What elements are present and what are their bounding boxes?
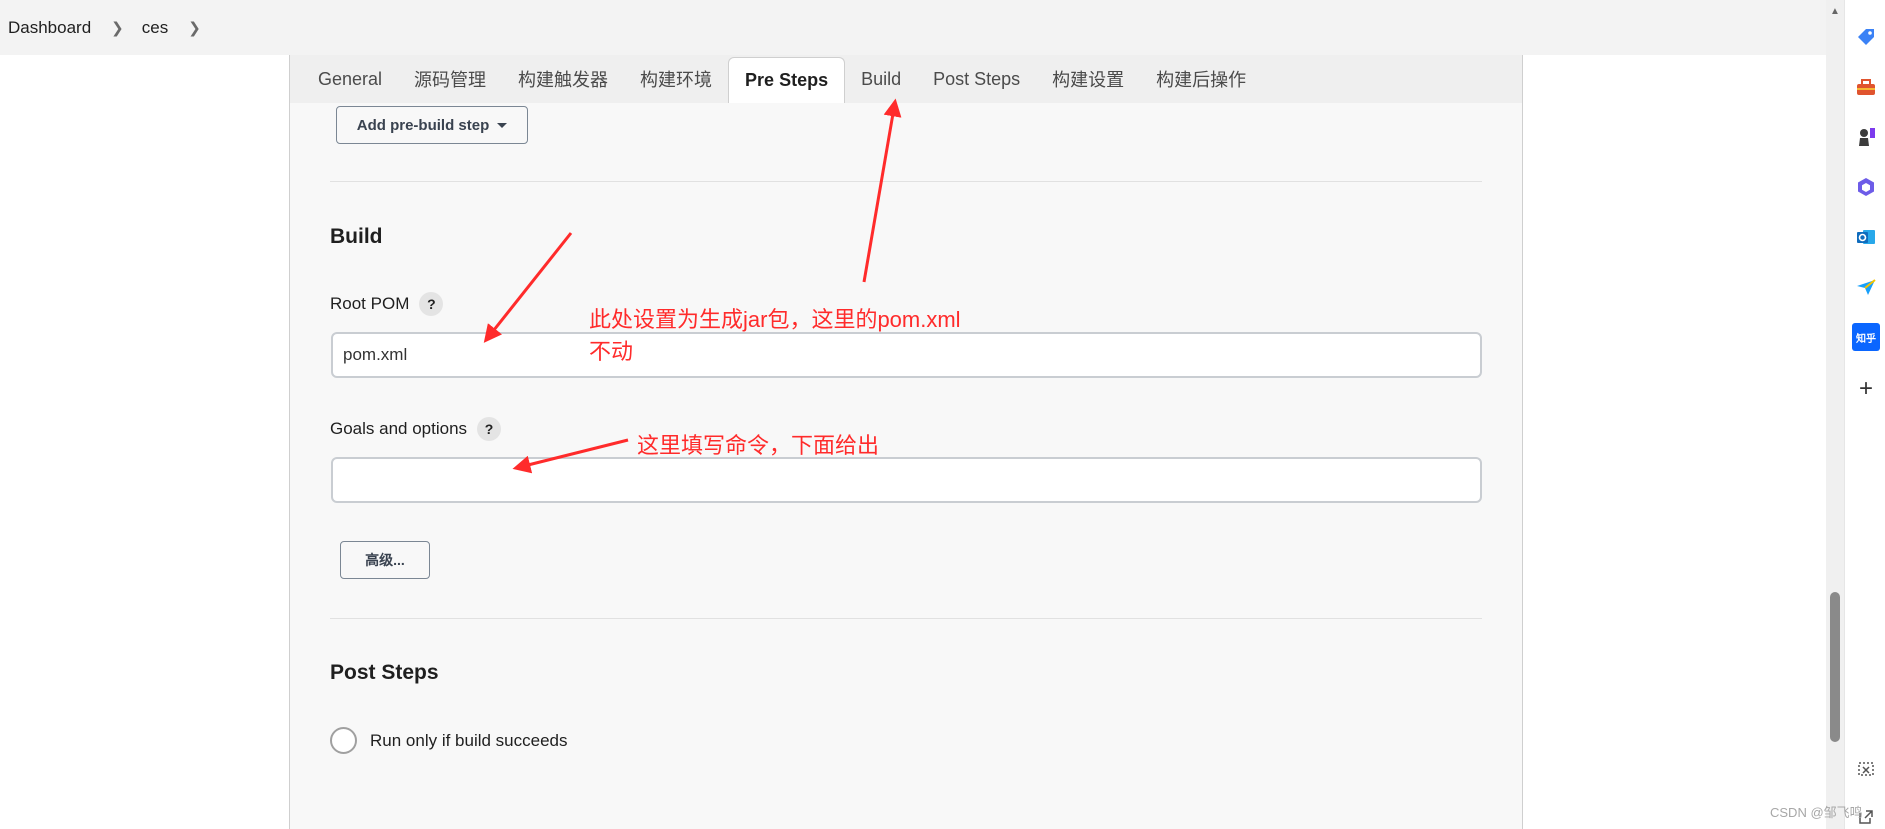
arrow-to-root-pom — [483, 232, 573, 343]
csdn-watermark: CSDN @邹飞鸣 — [1770, 805, 1863, 820]
screenshot-icon[interactable] — [1852, 755, 1880, 783]
zhihu-icon[interactable]: 知乎 — [1852, 323, 1880, 351]
annotation-goals: 这里填写命令，下面给出 — [637, 433, 880, 458]
arrow-to-goals — [512, 438, 629, 474]
annotation-root-pom-line1: 此处设置为生成jar包，这里的pom.xml — [589, 307, 961, 332]
annotation-root-pom-line2: 不动 — [589, 339, 634, 364]
scroll-up-arrow-icon[interactable]: ▲ — [1826, 6, 1844, 17]
scroll-thumb[interactable] — [1830, 592, 1840, 742]
arrow-to-build-tab — [862, 98, 902, 283]
outlook-icon[interactable] — [1852, 223, 1880, 251]
tag-icon[interactable] — [1852, 23, 1880, 51]
page-scrollbar[interactable]: ▲ — [1826, 0, 1844, 829]
annotation-root-pom: 此处设置为生成jar包，这里的pom.xml 不动 — [589, 304, 961, 368]
hexagon-icon[interactable] — [1852, 173, 1880, 201]
send-icon[interactable] — [1852, 273, 1880, 301]
browser-side-rail: 知乎 + — [1844, 0, 1885, 829]
add-icon[interactable]: + — [1852, 375, 1880, 403]
toolbox-icon[interactable] — [1852, 73, 1880, 101]
chess-icon[interactable] — [1852, 123, 1880, 151]
annotation-arrows — [483, 98, 902, 474]
